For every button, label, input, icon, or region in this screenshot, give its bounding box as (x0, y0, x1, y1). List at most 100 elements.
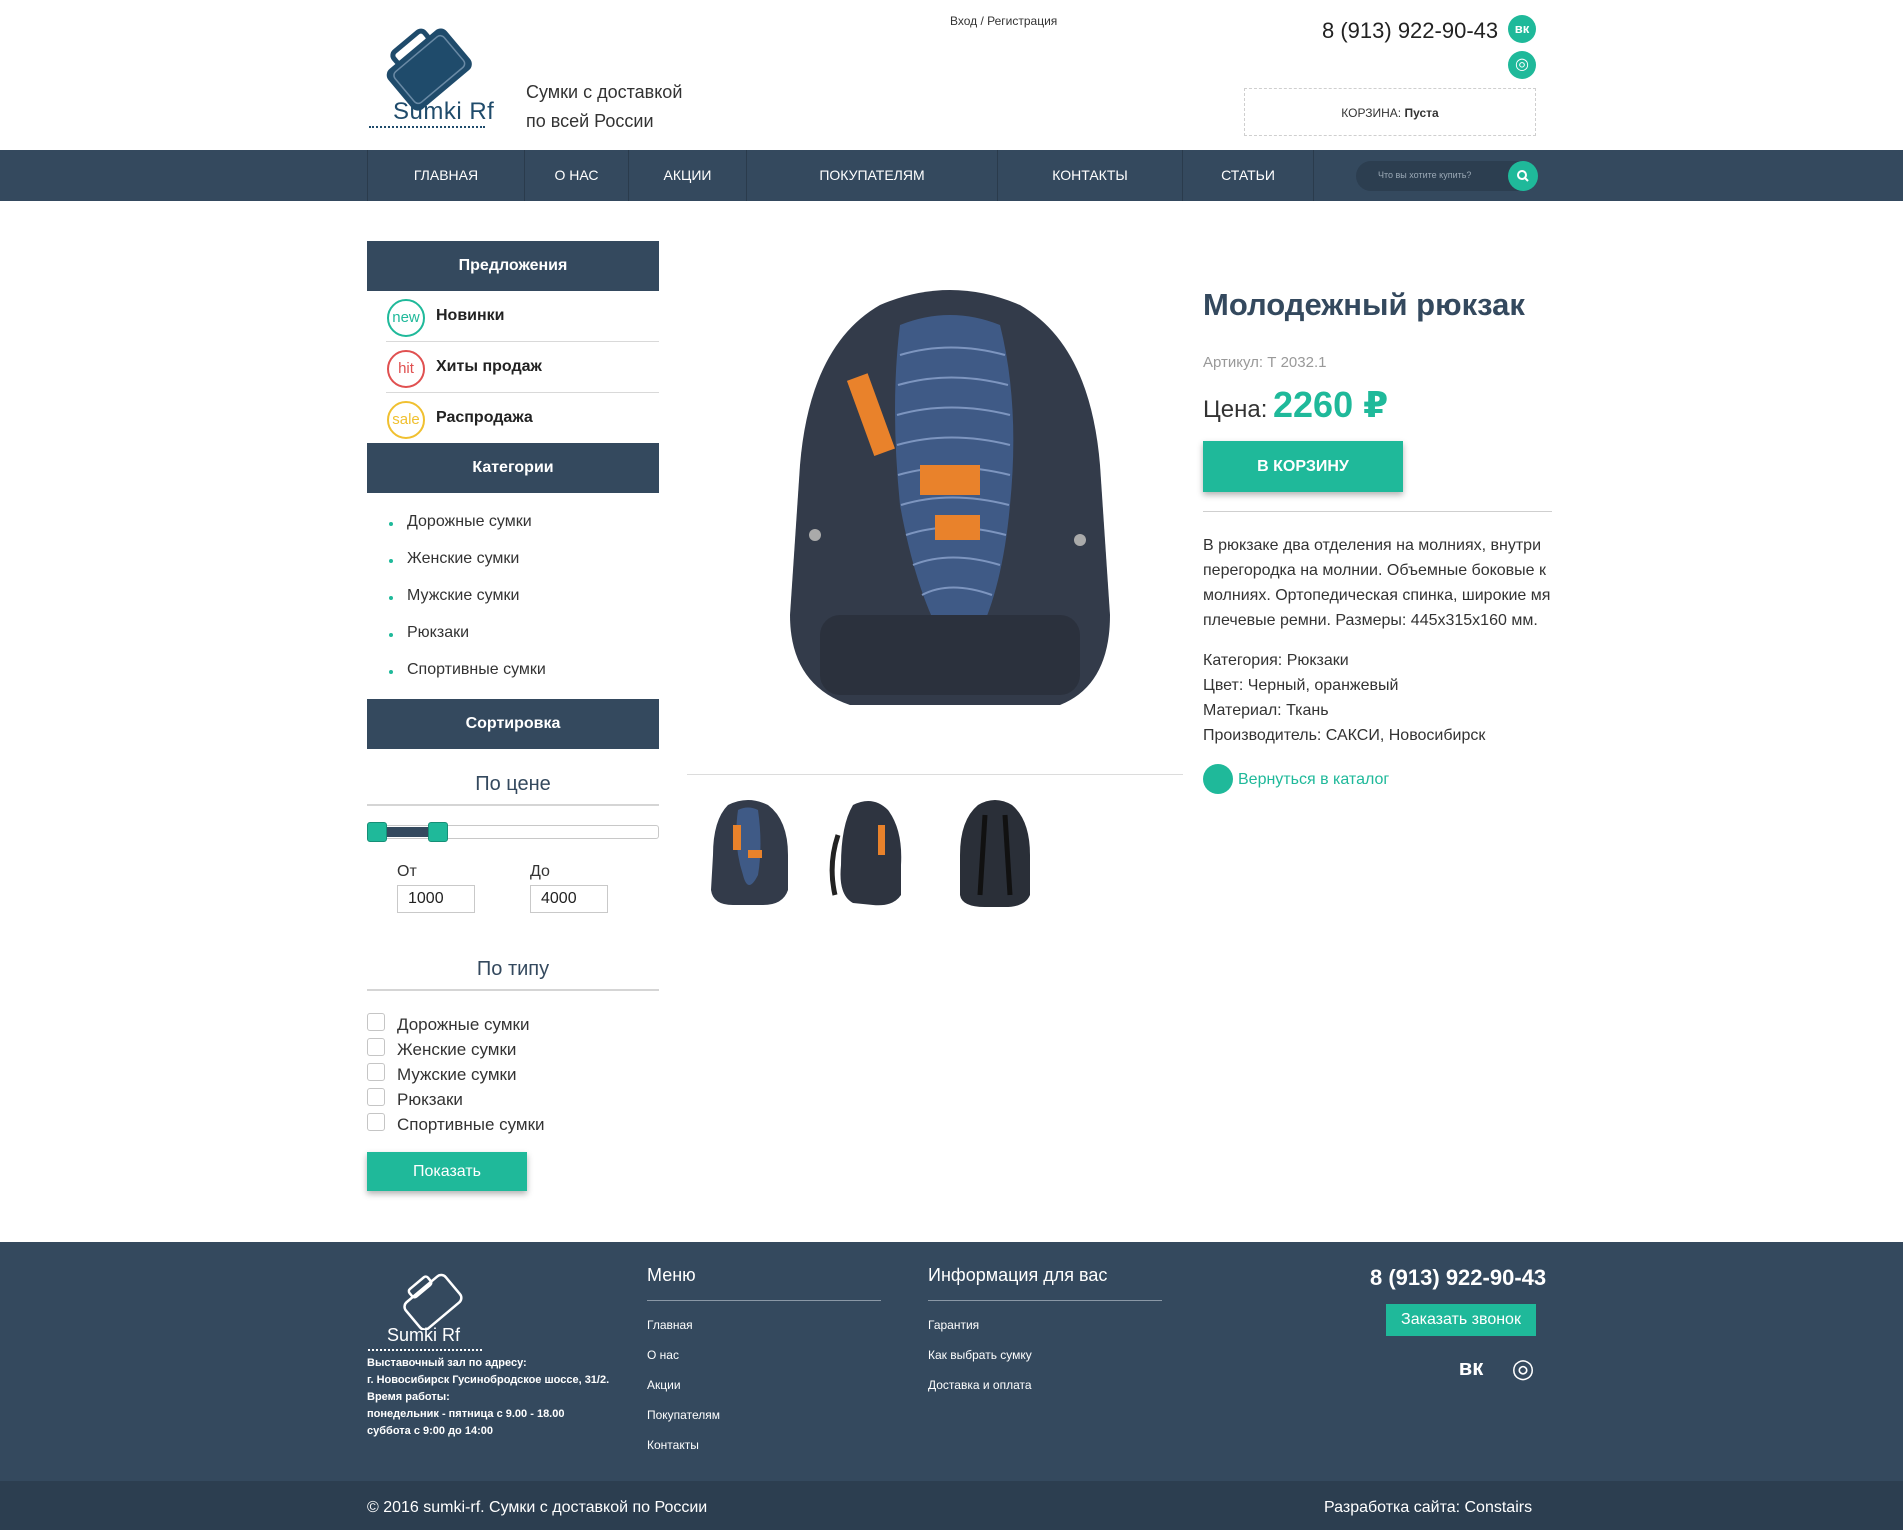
footer-info-link[interactable]: Как выбрать сумку (928, 1348, 1032, 1362)
checkbox[interactable] (367, 1063, 385, 1081)
tagline-line-1: Сумки с доставкой (526, 82, 683, 102)
checkbox-label: Мужские сумки (397, 1065, 517, 1084)
price-slider-min-handle[interactable] (367, 822, 387, 842)
footer-logo-icon[interactable] (395, 1268, 467, 1330)
from-label: От (397, 863, 417, 880)
nav-promotions[interactable]: АКЦИИ (628, 150, 746, 201)
tagline: Сумки с доставкой по всей России (526, 78, 682, 136)
image-divider (687, 774, 1183, 775)
sale-badge-icon: sale (387, 401, 425, 439)
footer-address-line: г. Новосибирск Гусинобродское шоссе, 31/… (367, 1374, 610, 1386)
checkbox-label: Дорожные сумки (397, 1015, 530, 1034)
footer-phone: 8 (913) 922-90-43 (1370, 1265, 1547, 1290)
offer-new[interactable]: new Новинки (386, 291, 659, 342)
product-material: Материал: Ткань (1203, 702, 1329, 719)
cart-label: КОРЗИНА: (1341, 106, 1402, 120)
nav-about[interactable]: О НАС (524, 150, 628, 201)
add-to-cart-button[interactable]: В КОРЗИНУ (1203, 441, 1403, 492)
footer-address-line: понедельник - пятница с 9.00 - 18.00 (367, 1408, 565, 1420)
category-label: Дорожные сумки (407, 513, 532, 530)
description-line: В рюкзаке два отделения на молниях, внут… (1203, 537, 1542, 554)
price-label: Цена: (1203, 396, 1268, 423)
back-to-catalog-link[interactable]: Вернуться в каталог (1238, 771, 1389, 789)
logo-underline (369, 126, 485, 128)
to-label: До (530, 863, 550, 880)
thumbnail-back[interactable] (950, 795, 1040, 913)
checkbox[interactable] (367, 1088, 385, 1106)
back-arrow-icon[interactable] (1203, 764, 1233, 794)
divider (367, 804, 659, 806)
footer-menu-link[interactable]: Главная (647, 1318, 693, 1332)
category-item[interactable]: Женские сумки (388, 550, 520, 568)
footer-menu-title: Меню (647, 1265, 696, 1285)
new-badge-icon: new (387, 299, 425, 337)
product-image[interactable] (760, 285, 1140, 730)
search-icon (1517, 170, 1529, 182)
order-call-button[interactable]: Заказать звонок (1386, 1304, 1536, 1336)
vk-icon[interactable]: вк (1508, 15, 1536, 43)
search-button[interactable] (1508, 161, 1538, 191)
footer-info-link[interactable]: Гарантия (928, 1318, 979, 1332)
vk-icon[interactable]: вк (1456, 1353, 1486, 1383)
offer-sale[interactable]: sale Распродажа (386, 393, 659, 444)
thumbnail-front[interactable] (703, 795, 793, 913)
product-manufacturer: Производитель: САКСИ, Новосибирск (1203, 727, 1486, 744)
product-title: Молодежный рюкзак (1203, 287, 1525, 322)
instagram-icon[interactable]: ◎ (1508, 1353, 1538, 1383)
checkbox[interactable] (367, 1013, 385, 1031)
hit-badge-icon: hit (387, 350, 425, 388)
nav-contacts[interactable]: КОНТАКТЫ (997, 150, 1182, 201)
price-to-input[interactable]: 4000 (530, 885, 608, 913)
developer-credit[interactable]: Разработка сайта: Constairs (1324, 1499, 1532, 1517)
copyright-bar (0, 1481, 1903, 1530)
cart-widget[interactable]: КОРЗИНА: Пуста (1244, 88, 1536, 136)
category-item[interactable]: Спортивные сумки (389, 661, 546, 679)
price-from-input[interactable]: 1000 (397, 885, 475, 913)
checkbox-label: Женские сумки (397, 1040, 517, 1059)
header-phone: 8 (913) 922-90-43 (1322, 18, 1499, 43)
instagram-icon[interactable]: ◎ (1508, 51, 1536, 79)
type-filter-title: По типу (476, 958, 550, 980)
footer-menu-link[interactable]: Акции (647, 1378, 681, 1392)
price-slider-max-handle[interactable] (428, 822, 448, 842)
footer-address-line: суббота с 9:00 до 14:00 (367, 1425, 493, 1437)
category-label: Спортивные сумки (407, 661, 546, 678)
offer-label: Новинки (436, 307, 505, 324)
divider (647, 1300, 881, 1301)
logo-text[interactable]: Sumki Rf (393, 98, 494, 126)
category-item[interactable]: Дорожные сумки (389, 513, 532, 531)
description-line: перегородка на молнии. Объемные боковые … (1203, 562, 1547, 579)
category-label: Рюкзаки (407, 624, 470, 641)
login-register-link[interactable]: Вход / Регистрация (950, 14, 1057, 28)
description-line: молниях. Ортопедическая спинка, широкие … (1203, 587, 1551, 604)
category-label: Женские сумки (407, 550, 520, 567)
offer-hits[interactable]: hit Хиты продаж (386, 342, 659, 393)
cart-status: Пуста (1404, 106, 1439, 120)
footer-info-link[interactable]: Доставка и оплата (928, 1378, 1032, 1392)
thumbnail-side[interactable] (823, 795, 913, 913)
category-item[interactable]: Рюкзаки (388, 624, 470, 642)
description-line: плечевые ремни. Размеры: 445х315х160 мм. (1203, 612, 1538, 629)
footer-menu-link[interactable]: Покупателям (647, 1408, 720, 1422)
footer-menu-link[interactable]: Контакты (647, 1438, 699, 1452)
offer-label: Хиты продаж (436, 358, 542, 375)
footer-address-line: Выставочный зал по адресу: (367, 1357, 527, 1369)
copyright-text: © 2016 sumki-rf. Сумки с доставкой по Ро… (367, 1499, 708, 1516)
divider (367, 989, 659, 991)
footer-logo-text[interactable]: Sumki Rf (387, 1325, 460, 1346)
nav-home[interactable]: ГЛАВНАЯ (367, 150, 524, 201)
show-button[interactable]: Показать (367, 1152, 527, 1191)
product-color: Цвет: Черный, оранжевый (1203, 677, 1399, 694)
footer-info-title: Информация для вас (928, 1265, 1108, 1285)
product-description: В рюкзаке два отделения на молниях, внут… (1203, 533, 1552, 633)
category-item[interactable]: Мужские сумки (388, 587, 519, 605)
footer-address-line: Время работы: (367, 1391, 450, 1403)
footer-menu-link[interactable]: О нас (647, 1348, 679, 1362)
sort-heading: Сортировка (367, 699, 659, 749)
checkbox[interactable] (367, 1113, 385, 1131)
checkbox-label: Спортивные сумки (397, 1115, 545, 1134)
product-sku: Артикул: Т 2032.1 (1203, 354, 1327, 371)
checkbox[interactable] (367, 1038, 385, 1056)
nav-articles[interactable]: СТАТЬИ (1182, 150, 1314, 201)
nav-customers[interactable]: ПОКУПАТЕЛЯМ (746, 150, 997, 201)
